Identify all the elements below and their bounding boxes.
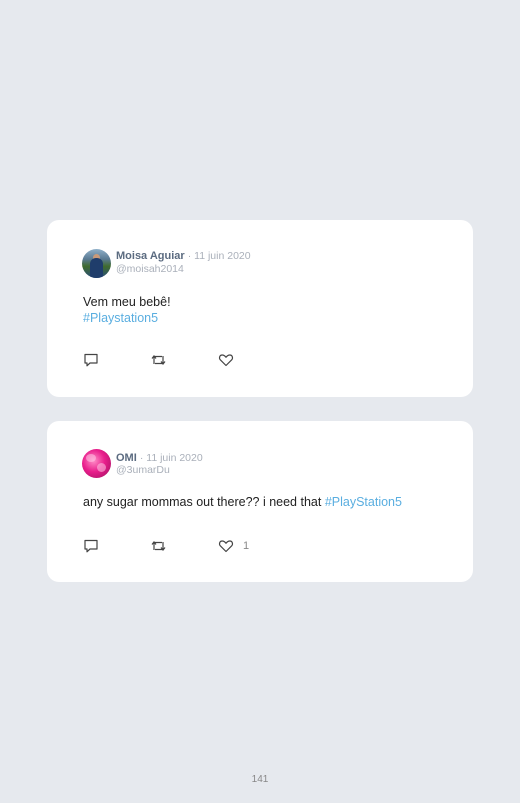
tweet-header: Moisa Aguiar · 11 juin 2020 [116, 250, 251, 263]
reply-button[interactable] [83, 352, 99, 368]
tweet-date[interactable]: · 11 juin 2020 [140, 452, 203, 464]
heart-icon [218, 540, 234, 553]
avatar-petal [97, 463, 106, 472]
retweet-icon [151, 541, 166, 551]
like-count: 1 [243, 540, 250, 552]
reply-icon [84, 353, 98, 367]
tweet-date[interactable]: · 11 juin 2020 [188, 250, 251, 262]
tweet-card[interactable]: OMI · 11 juin 2020 @3umarDu any sugar mo… [47, 421, 473, 582]
like-button[interactable] [218, 352, 243, 368]
author-handle[interactable]: @3umarDu [116, 464, 170, 476]
reply-icon [84, 539, 98, 553]
retweet-button[interactable] [150, 538, 167, 554]
reply-button[interactable] [83, 538, 99, 554]
avatar[interactable] [82, 249, 111, 278]
tweet-body: Vem meu bebê! [83, 295, 171, 309]
hashtag-link[interactable]: #Playstation5 [83, 311, 171, 327]
retweet-icon [151, 355, 166, 365]
retweet-button[interactable] [150, 352, 167, 368]
hashtag-link[interactable]: #PlayStation5 [325, 495, 402, 509]
author-name[interactable]: OMI [116, 452, 137, 464]
avatar-body [90, 258, 103, 278]
tweet-text: any sugar mommas out there?? i need that… [83, 495, 402, 511]
avatar-petal [86, 454, 96, 462]
page-number: 141 [251, 774, 269, 785]
tweet-card[interactable]: Moisa Aguiar · 11 juin 2020 @moisah2014 … [47, 220, 473, 397]
tweet-body: any sugar mommas out there?? i need that [83, 495, 325, 509]
heart-icon [218, 354, 234, 367]
author-name[interactable]: Moisa Aguiar [116, 250, 185, 262]
like-button[interactable]: 1 [218, 538, 249, 554]
tweet-text: Vem meu bebê! #Playstation5 [83, 295, 171, 326]
author-handle[interactable]: @moisah2014 [116, 263, 184, 275]
avatar[interactable] [82, 449, 111, 478]
